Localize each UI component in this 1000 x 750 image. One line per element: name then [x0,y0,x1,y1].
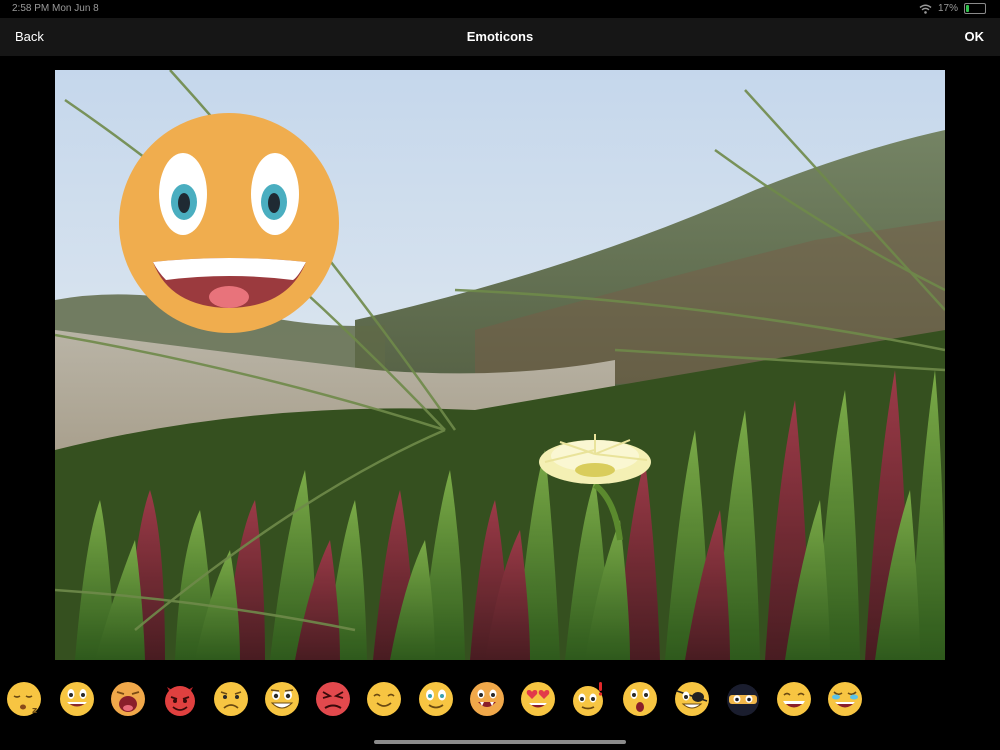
battery-icon [964,3,986,14]
exclaiming-emoji[interactable] [571,681,607,717]
angry-emoji[interactable] [315,681,351,717]
svg-text:z: z [32,706,37,716]
sleeping-emoji[interactable]: z [6,681,42,717]
big-smile-emoji-icon [777,682,811,716]
smiling-emoji-icon [60,682,94,716]
smiling-eyes-emoji-icon [419,682,453,716]
heart-eyes-emoji[interactable] [520,681,556,717]
shocked-emoji[interactable] [110,681,146,717]
content-emoji-icon [367,682,401,716]
grinning-emoji[interactable] [264,681,300,717]
shocked-emoji-icon [111,682,145,716]
frowning-emoji-icon [214,682,248,716]
ninja-emoji[interactable] [725,681,761,717]
emoji-tray: z [0,676,1000,722]
eyepatch-emoji-icon [675,682,709,716]
surprised-emoji[interactable] [622,681,658,717]
status-bar: 2:58 PM Mon Jun 8 17% [0,0,1000,18]
laughing-tears-emoji-icon [828,682,862,716]
battery-fill [966,5,969,12]
frowning-emoji[interactable] [213,681,249,717]
eyepatch-emoji[interactable] [674,681,710,717]
grinning-emoji-icon [265,682,299,716]
big-grin-emoji-icon [119,113,339,333]
status-time: 2:58 PM Mon Jun 8 [12,3,99,14]
content-emoji[interactable] [366,681,402,717]
laughing-tears-emoji[interactable] [827,681,863,717]
fanged-emoji-icon [470,682,504,716]
big-smile-emoji[interactable] [776,681,812,717]
navigation-bar: Back Emoticons OK [0,18,1000,56]
page-title: Emoticons [466,29,534,44]
status-indicators: 17% [919,3,986,14]
devil-emoji-icon [165,686,195,716]
big-grin-emoji[interactable] [118,112,340,334]
sleeping-emoji-icon: z [7,682,41,716]
heart-eyes-emoji-icon [521,682,555,716]
smiling-eyes-emoji[interactable] [418,681,454,717]
home-indicator[interactable] [374,740,626,744]
surprised-emoji-icon [623,682,657,716]
battery-percent: 17% [937,3,958,14]
exclaiming-emoji-icon [573,682,603,716]
devil-emoji[interactable] [162,681,198,717]
wifi-icon [919,4,932,14]
fanged-emoji[interactable] [469,681,505,717]
smiling-emoji[interactable] [59,681,95,717]
ok-button[interactable]: OK [965,29,985,44]
ninja-emoji-icon [727,684,759,716]
angry-emoji-icon [316,682,350,716]
